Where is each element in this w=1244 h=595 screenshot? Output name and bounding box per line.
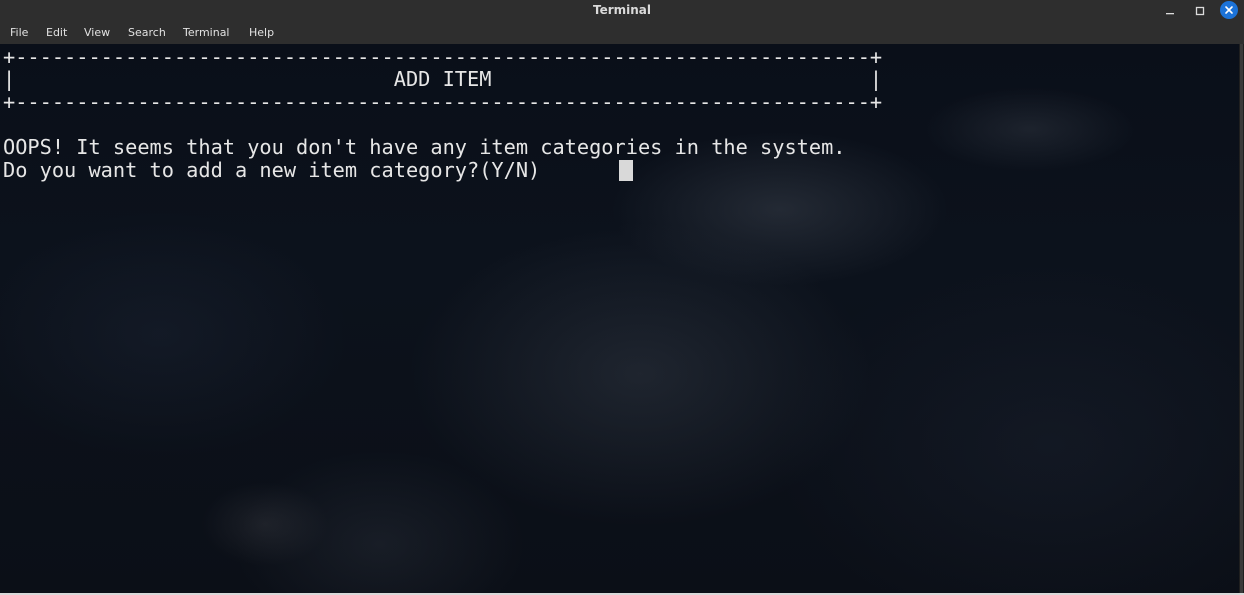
box-top-border: +---------------------------------------… <box>3 45 883 69</box>
minimize-icon <box>1166 12 1174 14</box>
title-bar[interactable]: Terminal <box>0 0 1244 21</box>
window-title: Terminal <box>592 3 652 17</box>
terminal-window: Terminal File Edit View Search Terminal … <box>0 0 1244 595</box>
prompt-line: Do you want to add a new item category?(… <box>3 158 553 182</box>
menu-bar: File Edit View Search Terminal Help <box>0 21 1244 44</box>
text-cursor <box>619 160 633 181</box>
minimize-button[interactable] <box>1161 2 1179 19</box>
menu-help[interactable]: Help <box>249 21 274 44</box>
menu-file[interactable]: File <box>10 21 28 44</box>
box-title-line: | ADD ITEM | <box>3 67 883 91</box>
maximize-icon <box>1195 6 1205 15</box>
menu-terminal[interactable]: Terminal <box>183 21 230 44</box>
menu-edit[interactable]: Edit <box>46 21 67 44</box>
menu-view[interactable]: View <box>84 21 110 44</box>
terminal-output[interactable]: +---------------------------------------… <box>0 44 1239 593</box>
box-bottom-border: +---------------------------------------… <box>3 90 883 114</box>
error-message: OOPS! It seems that you don't have any i… <box>3 135 846 159</box>
scrollbar-thumb[interactable] <box>1240 44 1243 593</box>
close-button[interactable] <box>1220 1 1238 19</box>
menu-search[interactable]: Search <box>128 21 166 44</box>
close-icon <box>1225 6 1233 14</box>
maximize-button[interactable] <box>1191 2 1209 19</box>
scrollbar[interactable] <box>1239 44 1244 593</box>
